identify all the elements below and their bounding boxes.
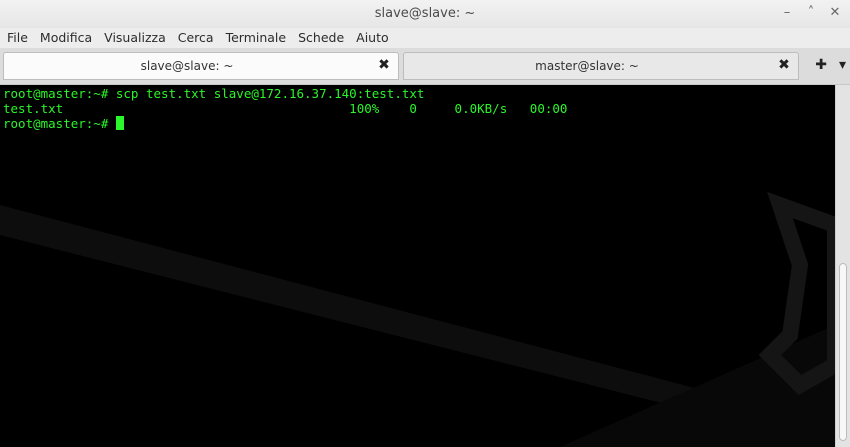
menu-schede[interactable]: Schede [292, 28, 350, 48]
tab-close-icon[interactable]: ✖ [376, 57, 392, 73]
tab-menu-icon[interactable]: ▾ [839, 57, 846, 73]
menu-file[interactable]: File [0, 28, 34, 48]
distro-logo-watermark [0, 191, 835, 447]
menu-modifica[interactable]: Modifica [34, 28, 98, 48]
minimize-icon[interactable]: – [780, 4, 794, 22]
menu-cerca[interactable]: Cerca [172, 28, 220, 48]
terminal-prompt-line: root@master:~# [3, 116, 567, 131]
menu-bar: File Modifica Visualizza Cerca Terminale… [0, 28, 850, 48]
terminal-area[interactable]: root@master:~# scp test.txt slave@172.16… [0, 85, 835, 447]
scrollbar-thumb[interactable] [839, 263, 847, 441]
window-controls: – ˄ ✕ [780, 4, 842, 22]
window-title: slave@slave: ~ [374, 6, 476, 21]
title-bar: slave@slave: ~ – ˄ ✕ [0, 0, 850, 29]
terminal-line: root@master:~# scp test.txt slave@172.16… [3, 86, 425, 101]
terminal-output: root@master:~# scp test.txt slave@172.16… [3, 86, 567, 131]
tab-bar: slave@slave: ~ ✖ master@slave: ~ ✖ ✚ ▾ [0, 48, 850, 85]
tab-label: slave@slave: ~ [140, 59, 234, 73]
menu-aiuto[interactable]: Aiuto [350, 28, 395, 48]
terminal-line: test.txt 100% 0 0.0KB/s 00:00 [3, 101, 568, 116]
terminal-scrollbar[interactable] [835, 85, 850, 447]
tab-actions: ✚ ▾ [815, 57, 846, 73]
terminal-cursor [115, 116, 124, 130]
tab-slave[interactable]: slave@slave: ~ ✖ [3, 52, 399, 80]
tab-master[interactable]: master@slave: ~ ✖ [403, 52, 799, 80]
menu-terminale[interactable]: Terminale [220, 28, 293, 48]
maximize-icon[interactable]: ˄ [804, 4, 818, 22]
tab-close-icon[interactable]: ✖ [776, 57, 792, 73]
tab-label: master@slave: ~ [535, 59, 639, 73]
new-tab-icon[interactable]: ✚ [815, 57, 827, 73]
terminal-prompt: root@master:~# [3, 116, 116, 131]
close-icon[interactable]: ✕ [828, 4, 842, 22]
menu-visualizza[interactable]: Visualizza [98, 28, 172, 48]
